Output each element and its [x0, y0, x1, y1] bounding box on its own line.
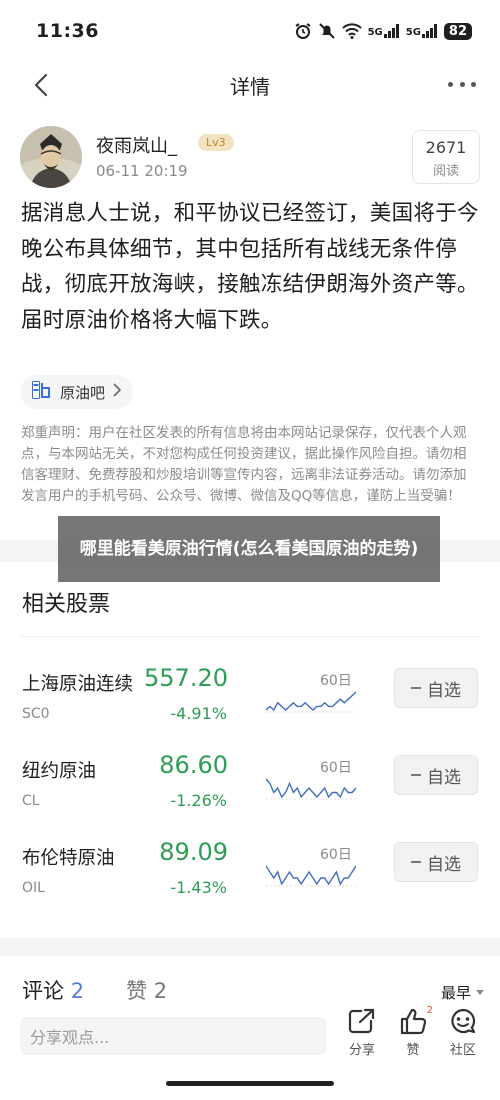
- sparkline-period: 60日: [320, 847, 352, 863]
- stock-price: 86.60: [159, 751, 228, 779]
- minus-icon: [411, 852, 421, 872]
- stock-code: CL: [22, 793, 40, 809]
- stock-code: OIL: [22, 880, 45, 896]
- add-watchlist-label: 自选: [427, 854, 461, 875]
- sparkline-period: 60日: [320, 673, 352, 689]
- post-content: 据消息人士说，和平协议已经签订，美国将于今晚公布具体细节，其中包括所有战线无条件…: [21, 201, 479, 333]
- share-icon: [342, 1007, 382, 1035]
- stock-change: -4.91%: [170, 704, 227, 723]
- status-time: 11:36: [36, 20, 99, 42]
- tab-likes[interactable]: 赞 2: [126, 975, 167, 1005]
- sparkline-chart: [266, 691, 356, 713]
- share-button[interactable]: 分享: [342, 1007, 382, 1058]
- page-title: 详情: [230, 74, 270, 99]
- back-icon[interactable]: [30, 72, 54, 98]
- avatar[interactable]: [20, 126, 82, 188]
- like-badge: 2: [426, 1005, 433, 1016]
- network-type-2: 5G: [405, 27, 421, 38]
- post-time: 06-11 20:19: [96, 162, 188, 180]
- topic-label: 原油吧: [60, 383, 106, 402]
- add-watchlist-button[interactable]: 自选: [394, 842, 478, 882]
- add-watchlist-button[interactable]: 自选: [394, 668, 478, 708]
- stock-row[interactable]: 布伦特原油 OIL 89.09 -1.43% 60日 自选: [0, 838, 500, 924]
- author-header: 夜雨岚山_ Lv3 06-11 20:19 2671 阅读: [20, 126, 480, 190]
- tab-likes-count: 2: [153, 979, 168, 1003]
- network-type-1: 5G: [367, 27, 383, 38]
- level-badge: Lv3: [198, 134, 234, 151]
- battery-indicator: 82: [443, 22, 472, 40]
- minus-icon: [411, 678, 421, 698]
- sparkline-line: [266, 865, 356, 886]
- signal-icon-2: 5G: [406, 24, 438, 38]
- stocks-divider: [20, 636, 480, 637]
- stock-row[interactable]: 纽约原油 CL 86.60 -1.26% 60日 自选: [0, 751, 500, 837]
- stock-price: 89.09: [159, 838, 228, 866]
- wifi-icon: [341, 23, 362, 39]
- read-count-box: 2671 阅读: [412, 130, 480, 184]
- like-label: 赞: [406, 1043, 420, 1058]
- sort-dropdown[interactable]: 最早: [441, 982, 484, 1003]
- minus-icon: [411, 765, 421, 785]
- author-name[interactable]: 夜雨岚山_: [96, 132, 177, 158]
- topic-chip[interactable]: 原油吧: [20, 375, 134, 409]
- read-count: 2671: [425, 138, 467, 157]
- add-watchlist-label: 自选: [427, 767, 461, 788]
- stock-code: SC0: [22, 706, 50, 722]
- signal-icon-1: 5G: [368, 24, 400, 38]
- tab-likes-label: 赞: [126, 979, 148, 1003]
- dropdown-triangle-icon: [476, 990, 484, 995]
- stock-name: 布伦特原油: [22, 848, 115, 869]
- tab-comments-count: 2: [70, 979, 85, 1003]
- bottom-action-bar: 分享观点... 分享 2 赞 社区: [0, 1005, 500, 1065]
- comment-input[interactable]: 分享观点...: [20, 1017, 326, 1055]
- more-icon[interactable]: [448, 76, 476, 92]
- stock-change: -1.26%: [170, 791, 227, 810]
- tab-comments-label: 评论: [22, 979, 64, 1003]
- community-label: 社区: [449, 1043, 476, 1058]
- overlay-title: 哪里能看美原油行情(怎么看美国原油的走势): [79, 539, 419, 559]
- chevron-right-icon: [113, 383, 122, 401]
- comment-tabs: 评论 2 赞 2: [22, 975, 167, 1005]
- sparkline-chart: [266, 865, 356, 887]
- forum-icon: [32, 381, 52, 403]
- disclaimer-text: 郑重声明：用户在社区发表的所有信息将由本网站记录保存，仅代表个人观点，与本网站无…: [21, 425, 467, 504]
- related-stocks-title: 相关股票: [22, 592, 111, 617]
- nav-bar: 详情: [0, 62, 500, 108]
- community-button[interactable]: 社区: [443, 1007, 483, 1058]
- mute-icon: [318, 22, 336, 40]
- share-label: 分享: [348, 1043, 375, 1058]
- home-indicator: [166, 1081, 334, 1086]
- add-watchlist-button[interactable]: 自选: [394, 755, 478, 795]
- stock-price: 557.20: [144, 664, 228, 692]
- status-icons: 5G 5G 82: [294, 22, 472, 40]
- status-bar: 11:36 5G 5G 82: [0, 0, 500, 62]
- sparkline-chart: [266, 778, 356, 800]
- read-label: 阅读: [432, 164, 459, 179]
- stock-name: 上海原油连续: [22, 674, 134, 695]
- section-divider: [0, 938, 500, 956]
- sparkline-line: [266, 691, 356, 712]
- stock-change: -1.43%: [170, 878, 227, 897]
- add-watchlist-label: 自选: [427, 680, 461, 701]
- stock-row[interactable]: 上海原油连续 SC0 557.20 -4.91% 60日 自选: [0, 664, 500, 750]
- sort-label: 最早: [440, 984, 471, 1002]
- sparkline-line: [266, 778, 356, 799]
- stock-name: 纽约原油: [22, 761, 97, 782]
- alarm-icon: [294, 22, 312, 40]
- sparkline-period: 60日: [320, 760, 352, 776]
- overlay-title-banner: 哪里能看美原油行情(怎么看美国原油的走势): [58, 516, 440, 582]
- tab-comments[interactable]: 评论 2: [22, 975, 84, 1005]
- like-button[interactable]: 2 赞: [393, 1005, 433, 1058]
- community-icon: [443, 1007, 483, 1035]
